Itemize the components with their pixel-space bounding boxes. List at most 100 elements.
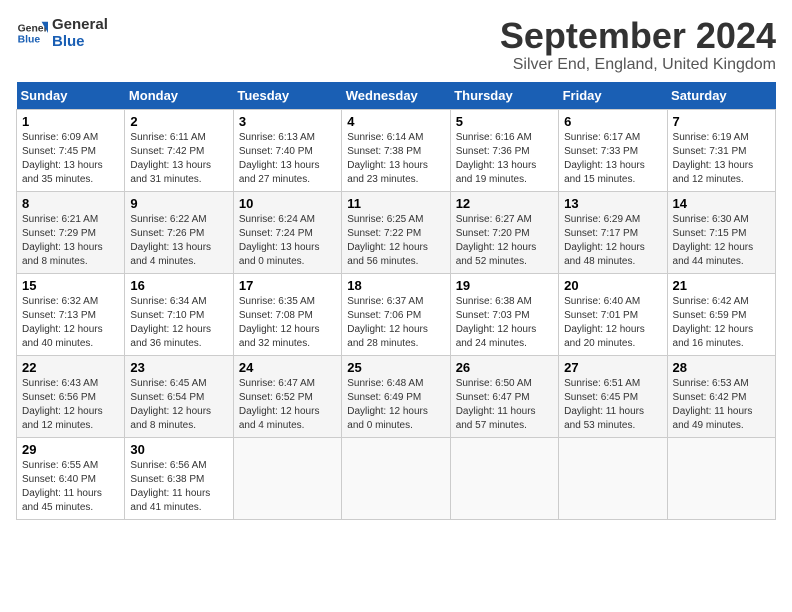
day-cell: 16 Sunrise: 6:34 AMSunset: 7:10 PMDayligh…: [125, 273, 233, 355]
week-row-5: 29Sunrise: 6:55 AMSunset: 6:40 PMDayligh…: [17, 437, 776, 519]
calendar-title: September 2024: [500, 16, 776, 56]
day-cell: 3 Sunrise: 6:13 AMSunset: 7:40 PMDaylight…: [233, 109, 341, 191]
week-row-2: 8Sunrise: 6:21 AMSunset: 7:29 PMDaylight…: [17, 191, 776, 273]
day-info: Sunrise: 6:38 AMSunset: 7:03 PMDaylight:…: [456, 295, 553, 351]
day-number: 28: [673, 360, 770, 375]
day-info: Sunrise: 6:48 AMSunset: 6:49 PMDaylight:…: [347, 377, 444, 433]
day-number: 16: [130, 278, 227, 293]
day-info: Sunrise: 6:43 AMSunset: 6:56 PMDaylight:…: [22, 377, 119, 433]
day-number: 17: [239, 278, 336, 293]
day-number: 4: [347, 114, 444, 129]
day-info: Sunrise: 6:56 AMSunset: 6:38 PMDaylight:…: [130, 459, 227, 515]
day-info: Sunrise: 6:13 AMSunset: 7:40 PMDaylight:…: [239, 131, 336, 187]
col-friday: Friday: [559, 82, 667, 110]
day-number: 29: [22, 442, 119, 457]
day-cell: 6 Sunrise: 6:17 AMSunset: 7:33 PMDaylight…: [559, 109, 667, 191]
day-info: Sunrise: 6:53 AMSunset: 6:42 PMDaylight:…: [673, 377, 770, 433]
col-saturday: Saturday: [667, 82, 775, 110]
week-row-3: 15 Sunrise: 6:32 AMSunset: 7:13 PMDayligh…: [17, 273, 776, 355]
day-cell: 11 Sunrise: 6:25 AMSunset: 7:22 PMDayligh…: [342, 191, 450, 273]
day-cell: 17 Sunrise: 6:35 AMSunset: 7:08 PMDayligh…: [233, 273, 341, 355]
day-info: Sunrise: 6:24 AMSunset: 7:24 PMDaylight:…: [239, 213, 336, 269]
day-cell: 30 Sunrise: 6:56 AMSunset: 6:38 PMDayligh…: [125, 437, 233, 519]
logo-line1: General: [52, 16, 108, 33]
day-cell: 10Sunrise: 6:24 AMSunset: 7:24 PMDayligh…: [233, 191, 341, 273]
day-info: Sunrise: 6:45 AMSunset: 6:54 PMDaylight:…: [130, 377, 227, 433]
day-info: Sunrise: 6:40 AMSunset: 7:01 PMDaylight:…: [564, 295, 661, 351]
calendar-subtitle: Silver End, England, United Kingdom: [500, 56, 776, 74]
day-number: 23: [130, 360, 227, 375]
day-info: Sunrise: 6:29 AMSunset: 7:17 PMDaylight:…: [564, 213, 661, 269]
day-number: 18: [347, 278, 444, 293]
day-info: Sunrise: 6:34 AMSunset: 7:10 PMDaylight:…: [130, 295, 227, 351]
day-cell: [559, 437, 667, 519]
day-number: 26: [456, 360, 553, 375]
day-cell: 24Sunrise: 6:47 AMSunset: 6:52 PMDayligh…: [233, 355, 341, 437]
day-cell: 21 Sunrise: 6:42 AMSunset: 6:59 PMDayligh…: [667, 273, 775, 355]
day-info: Sunrise: 6:19 AMSunset: 7:31 PMDaylight:…: [673, 131, 770, 187]
day-cell: [450, 437, 558, 519]
day-number: 21: [673, 278, 770, 293]
day-cell: 29Sunrise: 6:55 AMSunset: 6:40 PMDayligh…: [17, 437, 125, 519]
col-sunday: Sunday: [17, 82, 125, 110]
day-cell: 25Sunrise: 6:48 AMSunset: 6:49 PMDayligh…: [342, 355, 450, 437]
day-cell: 15 Sunrise: 6:32 AMSunset: 7:13 PMDayligh…: [17, 273, 125, 355]
day-info: Sunrise: 6:51 AMSunset: 6:45 PMDaylight:…: [564, 377, 661, 433]
day-cell: 2Sunrise: 6:11 AMSunset: 7:42 PMDaylight…: [125, 109, 233, 191]
day-number: 30: [130, 442, 227, 457]
day-cell: [667, 437, 775, 519]
col-monday: Monday: [125, 82, 233, 110]
week-row-4: 22 Sunrise: 6:43 AMSunset: 6:56 PMDayligh…: [17, 355, 776, 437]
day-cell: 27 Sunrise: 6:51 AMSunset: 6:45 PMDayligh…: [559, 355, 667, 437]
logo-icon: General Blue: [16, 17, 48, 49]
day-number: 6: [564, 114, 661, 129]
day-number: 14: [673, 196, 770, 211]
col-thursday: Thursday: [450, 82, 558, 110]
day-cell: [342, 437, 450, 519]
day-cell: 26Sunrise: 6:50 AMSunset: 6:47 PMDayligh…: [450, 355, 558, 437]
day-info: Sunrise: 6:25 AMSunset: 7:22 PMDaylight:…: [347, 213, 444, 269]
svg-text:Blue: Blue: [18, 35, 41, 46]
day-cell: 18 Sunrise: 6:37 AMSunset: 7:06 PMDayligh…: [342, 273, 450, 355]
title-block: September 2024 Silver End, England, Unit…: [500, 16, 776, 74]
day-cell: 4 Sunrise: 6:14 AMSunset: 7:38 PMDaylight…: [342, 109, 450, 191]
day-cell: 5 Sunrise: 6:16 AMSunset: 7:36 PMDaylight…: [450, 109, 558, 191]
day-number: 5: [456, 114, 553, 129]
day-info: Sunrise: 6:37 AMSunset: 7:06 PMDaylight:…: [347, 295, 444, 351]
svg-text:General: General: [18, 23, 48, 34]
day-info: Sunrise: 6:35 AMSunset: 7:08 PMDaylight:…: [239, 295, 336, 351]
day-number: 3: [239, 114, 336, 129]
day-info: Sunrise: 6:14 AMSunset: 7:38 PMDaylight:…: [347, 131, 444, 187]
day-cell: 23 Sunrise: 6:45 AMSunset: 6:54 PMDayligh…: [125, 355, 233, 437]
day-cell: 1Sunrise: 6:09 AMSunset: 7:45 PMDaylight…: [17, 109, 125, 191]
col-wednesday: Wednesday: [342, 82, 450, 110]
day-cell: 14 Sunrise: 6:30 AMSunset: 7:15 PMDayligh…: [667, 191, 775, 273]
day-number: 27: [564, 360, 661, 375]
day-cell: 7Sunrise: 6:19 AMSunset: 7:31 PMDaylight…: [667, 109, 775, 191]
day-cell: 19 Sunrise: 6:38 AMSunset: 7:03 PMDayligh…: [450, 273, 558, 355]
logo-line2: Blue: [52, 33, 108, 50]
day-number: 20: [564, 278, 661, 293]
col-tuesday: Tuesday: [233, 82, 341, 110]
day-info: Sunrise: 6:42 AMSunset: 6:59 PMDaylight:…: [673, 295, 770, 351]
day-info: Sunrise: 6:30 AMSunset: 7:15 PMDaylight:…: [673, 213, 770, 269]
day-cell: 20 Sunrise: 6:40 AMSunset: 7:01 PMDayligh…: [559, 273, 667, 355]
day-info: Sunrise: 6:11 AMSunset: 7:42 PMDaylight:…: [130, 131, 227, 187]
day-number: 22: [22, 360, 119, 375]
day-cell: 13 Sunrise: 6:29 AMSunset: 7:17 PMDayligh…: [559, 191, 667, 273]
day-number: 19: [456, 278, 553, 293]
day-number: 15: [22, 278, 119, 293]
day-cell: 8Sunrise: 6:21 AMSunset: 7:29 PMDaylight…: [17, 191, 125, 273]
day-number: 24: [239, 360, 336, 375]
day-info: Sunrise: 6:09 AMSunset: 7:45 PMDaylight:…: [22, 131, 119, 187]
day-cell: 28 Sunrise: 6:53 AMSunset: 6:42 PMDayligh…: [667, 355, 775, 437]
day-info: Sunrise: 6:16 AMSunset: 7:36 PMDaylight:…: [456, 131, 553, 187]
day-info: Sunrise: 6:32 AMSunset: 7:13 PMDaylight:…: [22, 295, 119, 351]
day-info: Sunrise: 6:17 AMSunset: 7:33 PMDaylight:…: [564, 131, 661, 187]
day-cell: 9Sunrise: 6:22 AMSunset: 7:26 PMDaylight…: [125, 191, 233, 273]
day-info: Sunrise: 6:27 AMSunset: 7:20 PMDaylight:…: [456, 213, 553, 269]
day-number: 13: [564, 196, 661, 211]
day-cell: [233, 437, 341, 519]
logo: General Blue General Blue: [16, 16, 108, 50]
day-number: 11: [347, 196, 444, 211]
